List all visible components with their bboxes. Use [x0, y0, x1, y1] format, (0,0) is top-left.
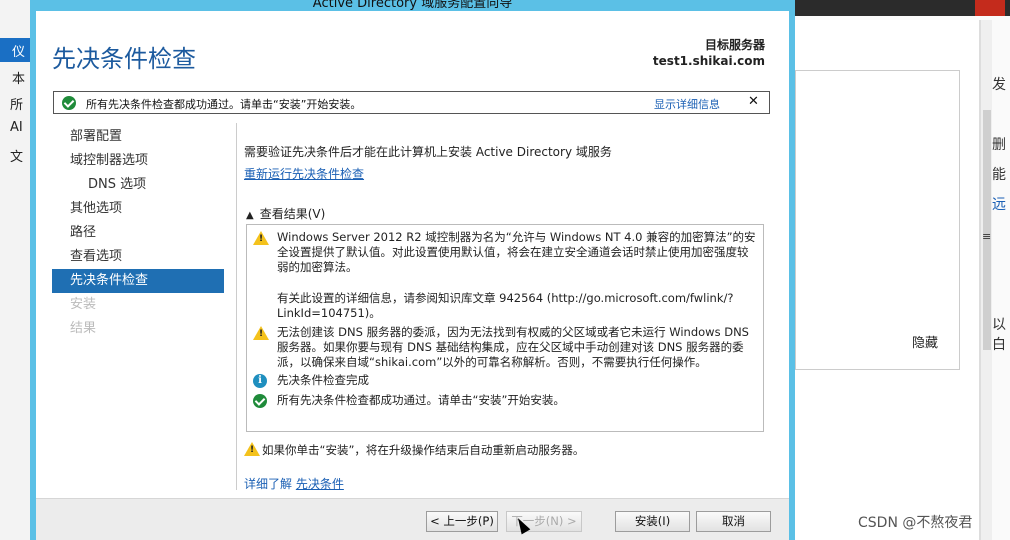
banner-close-icon[interactable]: ✕ [748, 94, 759, 109]
target-server-block: 目标服务器 test1.shikai.com [653, 37, 765, 69]
cancel-button[interactable]: 取消 [696, 511, 771, 532]
description-text: 需要验证先决条件后才能在此计算机上安装 Active Directory 域服务 [244, 145, 612, 159]
nav-item-installation: 安装 [70, 297, 97, 312]
warning-icon: ! [244, 442, 260, 456]
wizard-window: Active Directory 域服务配置向导 先决条件检查 目标服务器 te… [30, 0, 795, 540]
view-results-label: 查看结果(V) [259, 207, 326, 221]
result-item: 所有先决条件检查都成功通过。请单击“安装”开始安装。 [277, 393, 565, 407]
main-content: 需要验证先决条件后才能在此计算机上安装 Active Directory 域服务… [244, 121, 776, 491]
nav-item-deployment-config[interactable]: 部署配置 [52, 125, 224, 149]
background-scrollbar[interactable] [980, 20, 992, 540]
result-item: 有关此设置的详细信息，请参阅知识库文章 942564 (http://go.mi… [277, 291, 734, 320]
watermark: CSDN @不熬夜君 [858, 515, 973, 531]
background-nav-item[interactable]: 本 [12, 68, 25, 87]
page-title: 先决条件检查 [52, 45, 196, 73]
background-close-button[interactable] [975, 0, 1005, 16]
background-tile [795, 70, 960, 370]
background-right-panel: 隐藏 发 删 能 远 ≡ 以白 [795, 0, 1010, 540]
warning-icon: ! [253, 326, 269, 340]
background-nav-item[interactable]: 文 [10, 146, 23, 165]
info-icon: i [253, 374, 267, 388]
show-details-link[interactable]: 显示详细信息 [654, 96, 720, 112]
nav-item-dc-options[interactable]: 域控制器选项 [52, 149, 224, 173]
success-check-icon [253, 394, 267, 408]
banner-text: 所有先决条件检查都成功通过。请单击“安装”开始安装。 [86, 98, 362, 111]
rerun-prerequisites-link[interactable]: 重新运行先决条件检查 [244, 165, 364, 182]
nav-divider [236, 123, 237, 490]
chevron-up-icon: ▲ [246, 210, 254, 221]
background-edge-text: ≡ [982, 230, 992, 243]
background-content-panel: 隐藏 [795, 20, 980, 540]
view-results-toggle[interactable]: ▲ 查看结果(V) [246, 205, 325, 222]
background-left-nav: 仪 本 所 AI 文 [0, 0, 30, 540]
background-edge-text: 以白 [992, 317, 1006, 353]
nav-item-other-options[interactable]: 其他选项 [52, 197, 224, 221]
background-edge-text: 能 [992, 167, 1006, 183]
nav-item-results: 结果 [70, 321, 97, 336]
learn-more: 详细了解 先决条件 [244, 475, 344, 492]
nav-item-dns-options[interactable]: DNS 选项 [52, 173, 224, 197]
target-server-label: 目标服务器 [704, 38, 765, 52]
background-nav-item[interactable]: 所 [10, 94, 23, 113]
background-nav-item[interactable]: 仪 [12, 41, 25, 60]
hide-link[interactable]: 隐藏 [912, 332, 938, 351]
background-nav-item[interactable]: AI [10, 120, 23, 135]
warning-icon: ! [253, 231, 269, 245]
status-banner: 所有先决条件检查都成功通过。请单击“安装”开始安装。 显示详细信息 ✕ [53, 91, 770, 114]
nav-item-review-options[interactable]: 查看选项 [52, 245, 224, 269]
nav-item-prerequisites-check[interactable]: 先决条件检查 [52, 269, 224, 293]
results-list[interactable]: ! Windows Server 2012 R2 域控制器为名为“允许与 Win… [246, 224, 764, 432]
background-title-strip [795, 0, 1010, 16]
success-check-icon [62, 96, 76, 110]
result-item: 先决条件检查完成 [277, 373, 369, 387]
result-item: 无法创建该 DNS 服务器的委派，因为无法找到有权威的父区域或者它未运行 Win… [277, 325, 749, 369]
nav-item-paths[interactable]: 路径 [52, 221, 224, 245]
learn-more-prefix: 详细了解 [244, 477, 293, 491]
background-edge-link[interactable]: 远 [992, 194, 1006, 214]
result-item: Windows Server 2012 R2 域控制器为名为“允许与 Windo… [277, 230, 756, 274]
restart-warning: 如果你单击“安装”，将在升级操作结束后自动重新启动服务器。 [262, 443, 585, 457]
background-edge-text: 发 [992, 77, 1006, 93]
wizard-body: 先决条件检查 目标服务器 test1.shikai.com 所有先决条件检查都成… [36, 11, 789, 540]
background-edge-text: 删 [992, 137, 1006, 153]
button-bar: < 上一步(P) 下一步(N) > 安装(I) 取消 [36, 498, 789, 540]
target-server-name: test1.shikai.com [652, 54, 765, 68]
install-button[interactable]: 安装(I) [615, 511, 690, 532]
window-title: Active Directory 域服务配置向导 [312, 0, 513, 11]
previous-button[interactable]: < 上一步(P) [426, 511, 498, 532]
prerequisites-link[interactable]: 先决条件 [296, 477, 344, 491]
